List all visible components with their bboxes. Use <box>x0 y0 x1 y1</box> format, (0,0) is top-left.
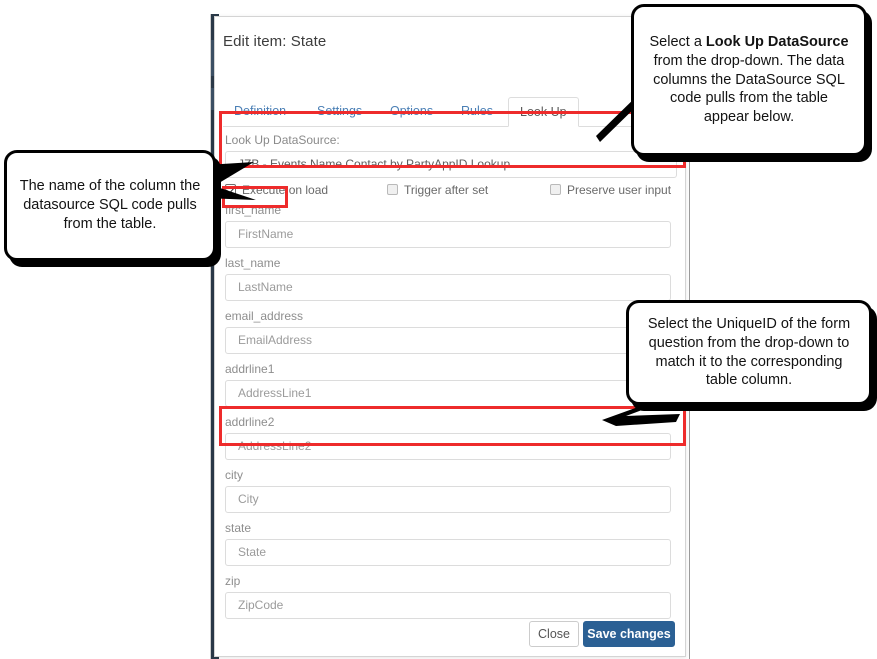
lookup-options-row: Execute on load Trigger after set Preser… <box>225 183 681 199</box>
callout-datasource-text: Select a Look Up DataSource from the dro… <box>649 33 849 126</box>
mapping-select-city[interactable]: City <box>225 486 671 513</box>
checkbox-preserve-user-input-label: Preserve user input <box>567 183 672 197</box>
mapping-select-email-address[interactable]: EmailAddress <box>225 327 671 354</box>
dialog-title: Edit item: State <box>223 33 327 50</box>
callout-uniqueid: Select the UniqueID of the form question… <box>626 300 872 405</box>
tab-options[interactable]: Options <box>379 97 444 127</box>
mapping-row-state: state State <box>225 521 681 566</box>
save-changes-button[interactable]: Save changes <box>583 621 675 647</box>
column-label-zip: zip <box>225 574 241 588</box>
dialog-footer: Close Save changes <box>225 621 675 651</box>
column-label-email-address: email_address <box>225 309 304 323</box>
checkbox-trigger-after-set-label: Trigger after set <box>404 183 489 197</box>
mapping-row-first-name: first_name FirstName <box>225 203 681 248</box>
tab-settings[interactable]: Settings <box>306 97 373 127</box>
column-label-last-name: last_name <box>225 256 281 270</box>
column-label-first-name: first_name <box>225 203 282 217</box>
callout-uniqueid-text: Select the UniqueID of the form question… <box>647 315 851 389</box>
checkbox-icon-unchecked <box>550 184 561 195</box>
mapping-row-last-name: last_name LastName <box>225 256 681 301</box>
checkbox-preserve-user-input[interactable]: Preserve user input <box>550 183 671 199</box>
callout-column-name: The name of the column the datasource SQ… <box>4 150 216 261</box>
checkbox-trigger-after-set[interactable]: Trigger after set <box>387 183 488 199</box>
close-button[interactable]: Close <box>529 621 579 647</box>
column-label-addrline1: addrline1 <box>225 362 275 376</box>
tab-definition[interactable]: Definition <box>223 97 297 127</box>
callout-column-name-text: The name of the column the datasource SQ… <box>19 178 201 232</box>
mapping-select-state[interactable]: State <box>225 539 671 566</box>
tab-rules[interactable]: Rules <box>450 97 504 127</box>
mapping-select-zip[interactable]: ZipCode <box>225 592 671 619</box>
mapping-select-first-name[interactable]: FirstName <box>225 221 671 248</box>
mapping-select-last-name[interactable]: LastName <box>225 274 671 301</box>
callout-datasource: Select a Look Up DataSource from the dro… <box>631 4 867 156</box>
tab-look-up[interactable]: Look Up <box>508 97 579 127</box>
lookup-datasource-label: Look Up DataSource: <box>225 133 340 147</box>
column-label-state: state <box>225 521 252 535</box>
mapping-row-email-address: email_address EmailAddress <box>225 309 681 354</box>
mapping-row-city: city City <box>225 468 681 513</box>
checkbox-icon-unchecked <box>387 184 398 195</box>
column-label-city: city <box>225 468 243 482</box>
mapping-row-zip: zip ZipCode <box>225 574 681 619</box>
screenshot-root: Edit item: State Definition Settings Opt… <box>0 0 877 659</box>
